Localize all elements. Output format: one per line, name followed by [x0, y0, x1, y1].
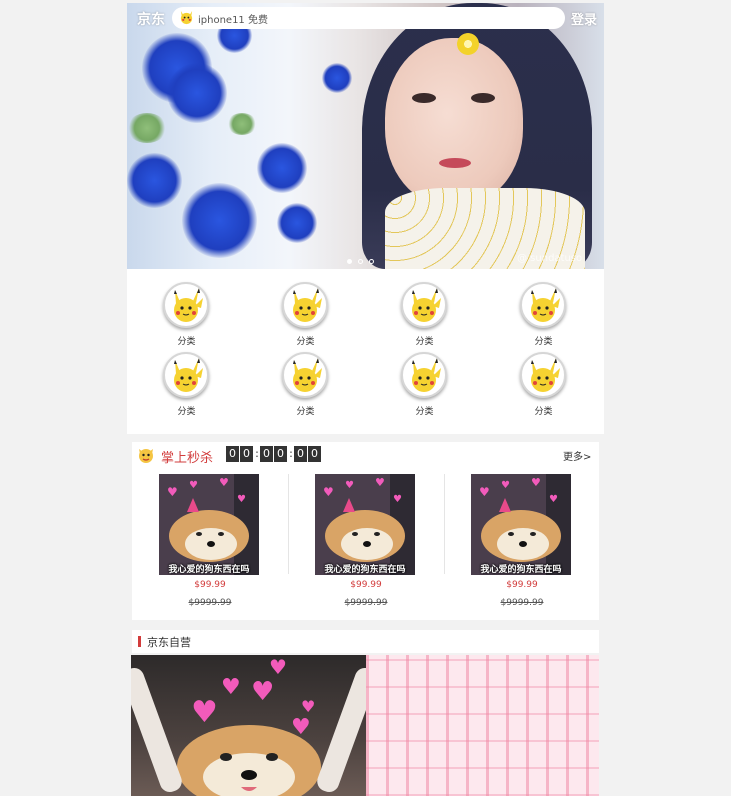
logo[interactable]: 京东: [137, 9, 165, 29]
svg-text:♥: ♥: [167, 485, 178, 499]
banner-flower: [127, 153, 182, 208]
svg-text:♥: ♥: [501, 480, 510, 491]
category-item[interactable]: 分类: [127, 339, 246, 417]
seckill-title: 掌上秒杀: [161, 451, 214, 466]
top-bar: 京东 iphone11 免费 登录: [127, 3, 604, 33]
seckill-section: 掌上秒杀 0 0 : 0 0 : 0 0 更多> ♥ ♥ ♥ ♥ 我心爱的狗东西在吗 $9…: [132, 442, 599, 620]
banner-carousel[interactable]: @ sundatuso: [127, 3, 604, 269]
svg-text:♥: ♥: [549, 494, 558, 505]
pikachu-icon: [282, 282, 328, 328]
timer-digit: 0: [226, 446, 239, 462]
carousel-dot[interactable]: [358, 259, 363, 264]
self-run-header: 京东自营: [132, 630, 599, 653]
svg-text:♥: ♥: [345, 480, 354, 491]
category-item[interactable]: 分类: [365, 269, 484, 347]
banner-leaf: [127, 113, 167, 143]
cat-emoji-icon: [139, 449, 153, 463]
item-divider: [288, 474, 289, 574]
countdown-timer: 0 0 : 0 0 : 0 0: [226, 446, 322, 462]
svg-text:♥: ♥: [189, 480, 198, 491]
product-caption: 我心爱的狗东西在吗: [168, 565, 250, 575]
login-button[interactable]: 登录: [571, 9, 597, 28]
product-image: ♥ ♥ ♥ ♥ 我心爱的狗东西在吗: [159, 474, 259, 575]
item-divider: [444, 474, 445, 574]
banner-flower: [322, 63, 352, 93]
seckill-item[interactable]: ♥ ♥ ♥ ♥ 我心爱的狗东西在吗 $99.99 $9999.99: [288, 472, 444, 612]
product-price: $99.99: [506, 580, 538, 590]
banner-eye: [412, 93, 436, 103]
heart-icon: ♥: [221, 675, 241, 700]
pikachu-icon: [401, 352, 447, 398]
product-caption: 我心爱的狗东西在吗: [324, 565, 406, 575]
product-old-price: $9999.99: [188, 598, 232, 608]
product-price: $99.99: [350, 580, 382, 590]
timer-digit: 0: [274, 446, 287, 462]
pikachu-icon: [180, 10, 193, 25]
heart-icon: ♥: [191, 695, 218, 730]
svg-text:♥: ♥: [375, 476, 385, 489]
timer-digit: 0: [308, 446, 321, 462]
category-item[interactable]: 分类: [246, 339, 365, 417]
pikachu-icon: [282, 352, 328, 398]
pikachu-icon: [163, 282, 209, 328]
svg-text:♥: ♥: [479, 485, 490, 499]
banner-lip: [439, 158, 471, 168]
promo-banner-left[interactable]: ♥ ♥ ♥ ♥ ♥ ♥: [131, 655, 366, 796]
heart-icon: ♥: [251, 677, 275, 707]
search-placeholder: iphone11 免费: [198, 15, 268, 26]
shiba-hearts-image: [131, 667, 366, 796]
banner-leaf: [227, 113, 257, 135]
category-item[interactable]: 分类: [484, 339, 603, 417]
svg-text:♥: ♥: [323, 485, 334, 499]
category-item[interactable]: 分类: [484, 269, 603, 347]
category-label: 分类: [296, 407, 315, 417]
category-label: 分类: [534, 407, 553, 417]
carousel-dots: [347, 259, 374, 264]
category-nav: 分类 分类 分类 分类 分类 分类 分类 分类: [127, 269, 604, 434]
more-link[interactable]: 更多>: [563, 448, 591, 463]
banner-flower: [257, 143, 307, 193]
timer-digit: 0: [294, 446, 307, 462]
pikachu-icon: [520, 282, 566, 328]
section-marker: [138, 636, 141, 647]
product-old-price: $9999.99: [500, 598, 544, 608]
svg-text:♥: ♥: [237, 494, 246, 505]
search-input[interactable]: iphone11 免费: [172, 7, 565, 29]
svg-text:♥: ♥: [219, 476, 229, 489]
pikachu-icon: [163, 352, 209, 398]
carousel-dot[interactable]: [347, 259, 352, 264]
self-run-title: 京东自营: [147, 636, 191, 649]
category-item[interactable]: 分类: [127, 269, 246, 347]
heart-icon: ♥: [269, 655, 287, 679]
category-label: 分类: [415, 407, 434, 417]
hairclip: [457, 33, 479, 55]
page: @ sundatuso 京东 iphone11 免费 登录 分类 分类 分类 分类 分类…: [127, 0, 604, 796]
heart-icon: ♥: [301, 697, 316, 716]
product-image: ♥ ♥ ♥ ♥ 我心爱的狗东西在吗: [471, 474, 571, 575]
timer-digit: 0: [260, 446, 273, 462]
svg-text:♥: ♥: [531, 476, 541, 489]
pikachu-icon: [401, 282, 447, 328]
category-item[interactable]: 分类: [246, 269, 365, 347]
pikachu-icon: [520, 352, 566, 398]
watermark: @ sundatuso: [517, 253, 583, 264]
heart-icon: ♥: [291, 715, 311, 740]
category-label: 分类: [177, 407, 196, 417]
svg-text:♥: ♥: [393, 494, 402, 505]
promo-banner-right[interactable]: [366, 655, 599, 796]
product-old-price: $9999.99: [344, 598, 388, 608]
banner-flower: [167, 63, 227, 123]
banner-eye: [471, 93, 495, 103]
category-item[interactable]: 分类: [365, 339, 484, 417]
product-price: $99.99: [194, 580, 226, 590]
seckill-item[interactable]: ♥ ♥ ♥ ♥ 我心爱的狗东西在吗 $99.99 $9999.99: [444, 472, 600, 612]
banner-flower: [277, 203, 317, 243]
timer-digit: 0: [240, 446, 253, 462]
seckill-item[interactable]: ♥ ♥ ♥ ♥ 我心爱的狗东西在吗 $99.99 $9999.99: [132, 472, 288, 612]
banner-face: [385, 38, 523, 206]
product-image: ♥ ♥ ♥ ♥ 我心爱的狗东西在吗: [315, 474, 415, 575]
product-caption: 我心爱的狗东西在吗: [480, 565, 562, 575]
carousel-dot[interactable]: [369, 259, 374, 264]
banner-flower: [182, 183, 257, 258]
